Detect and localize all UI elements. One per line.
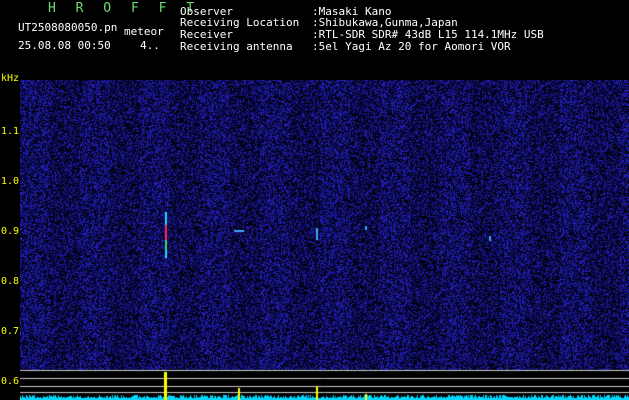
info-value-location: :Shibukawa,Gunma,Japan: [312, 16, 458, 29]
file-count: 4..: [140, 39, 160, 52]
info-label-receiver: Receiver: [180, 28, 233, 41]
file-type: meteor: [124, 25, 164, 38]
freq-tick: 0.6: [1, 376, 20, 387]
file-timestamp: 25.08.08 00:50: [18, 39, 111, 52]
freq-tick: 0.8: [1, 276, 20, 287]
info-label-location: Receiving Location: [180, 16, 300, 29]
info-label-antenna: Receiving antenna: [180, 40, 293, 53]
freq-tick: 0.7: [1, 326, 20, 337]
spectrogram-plot: [20, 80, 629, 400]
hrofft-window: H R O F F T UT2508080050.pn meteor 25.08…: [0, 0, 629, 400]
freq-tick: 0.9: [1, 226, 20, 237]
freq-tick: 1.1: [1, 126, 20, 137]
info-value-antenna: :5el Yagi Az 20 for Aomori VOR: [312, 40, 511, 53]
frequency-axis: 1.1 1.0 0.9 0.8 0.7 0.6: [0, 70, 20, 400]
app-title: H R O F F T: [48, 1, 201, 16]
info-value-receiver: :RTL-SDR SDR# 43dB L15 114.1MHz USB: [312, 28, 544, 41]
file-name: UT2508080050.pn: [18, 21, 118, 34]
freq-tick: 1.0: [1, 176, 20, 187]
